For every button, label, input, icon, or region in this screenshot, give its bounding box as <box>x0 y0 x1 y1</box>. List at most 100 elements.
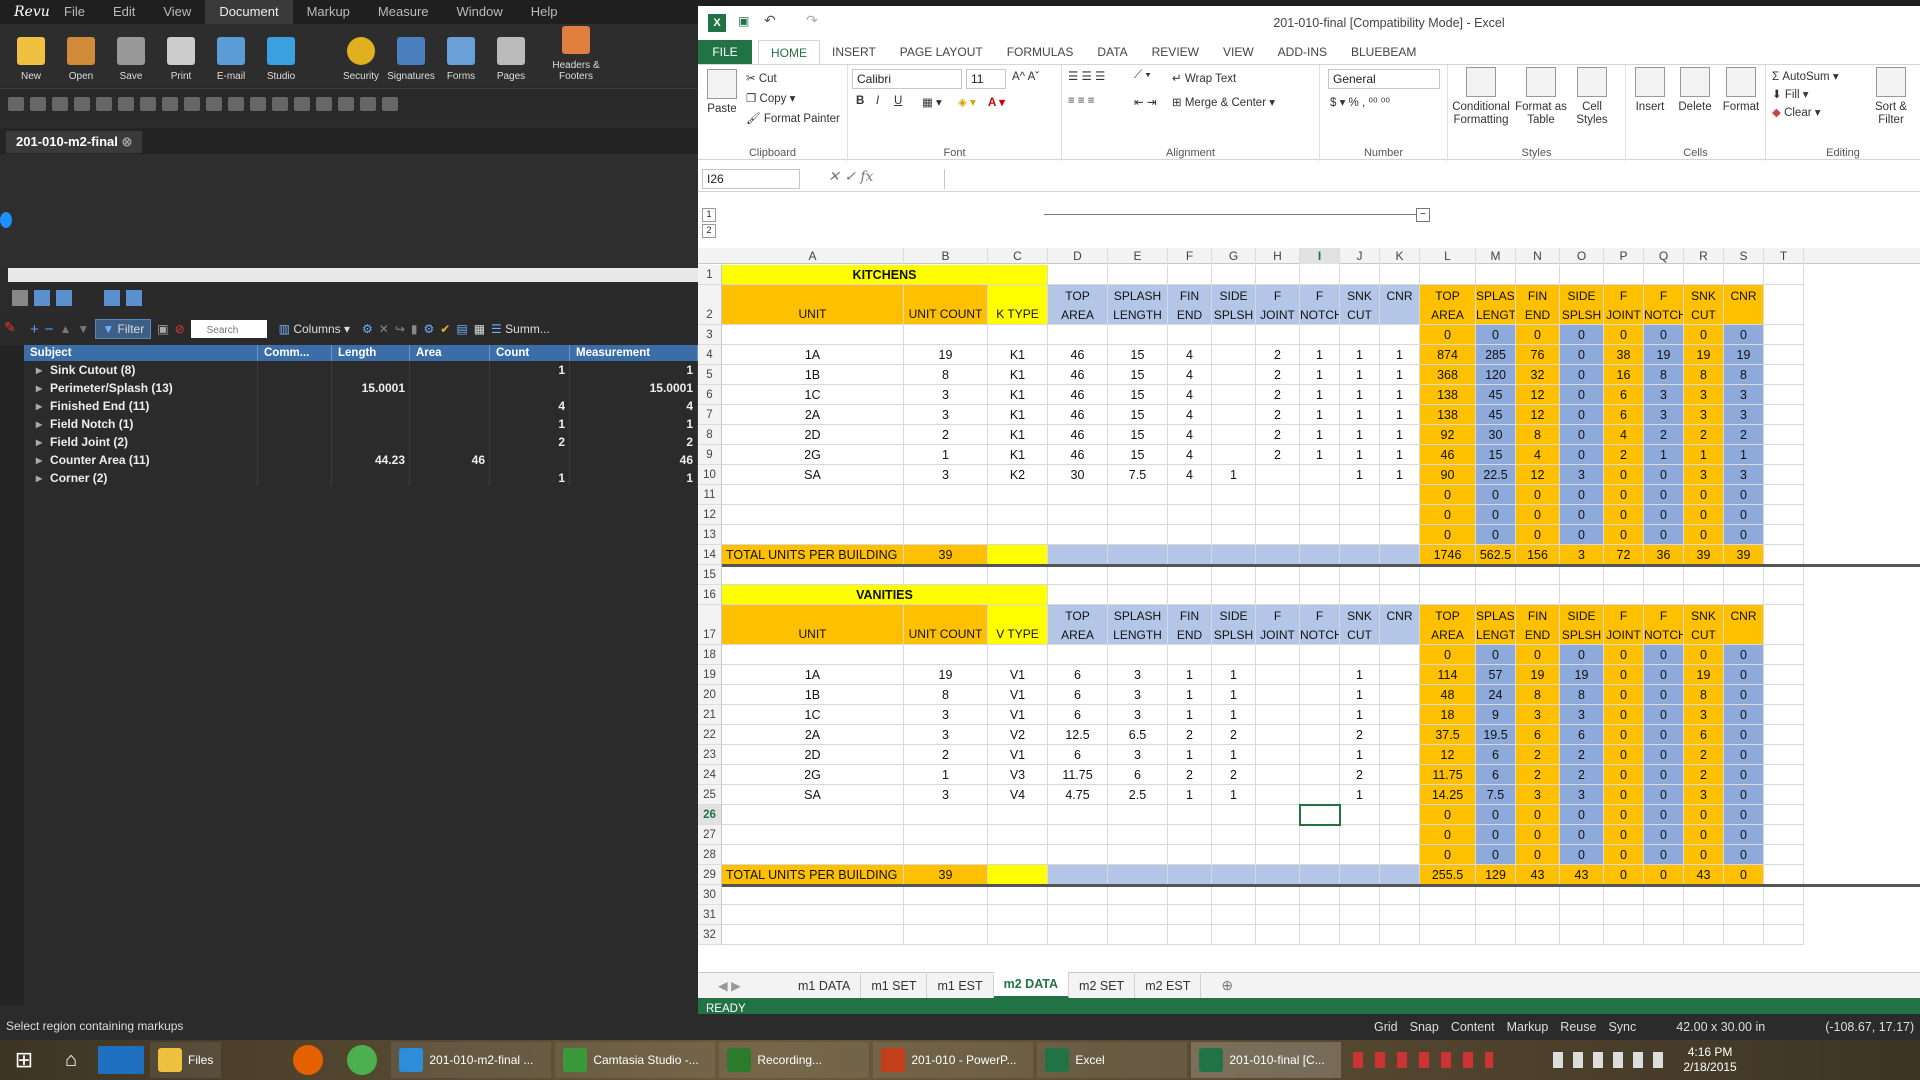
vanities-cell[interactable]: 1 <box>1168 785 1212 805</box>
row-header[interactable]: 16 <box>698 585 722 605</box>
vanities-cell[interactable]: 1 <box>1168 665 1212 685</box>
vanities-cell[interactable] <box>1256 705 1300 725</box>
vanities-cell[interactable]: 2 <box>1340 725 1380 745</box>
kitchens-total-cell[interactable]: 3 <box>1560 545 1604 565</box>
kitchens-header-cell[interactable]: FIN END <box>1168 285 1212 325</box>
empty-cell[interactable] <box>1604 265 1644 285</box>
vanities-total-cell[interactable] <box>1300 865 1340 885</box>
kitchens-cell[interactable] <box>1212 385 1256 405</box>
kitchens-cell[interactable]: 0 <box>1560 345 1604 365</box>
kitchens-cell[interactable] <box>1212 405 1256 425</box>
kitchens-cell[interactable]: 0 <box>1604 465 1644 485</box>
row-header[interactable]: 22 <box>698 725 722 745</box>
vanities-cell[interactable]: 0 <box>1560 805 1604 825</box>
kitchens-cell[interactable]: 1 <box>1380 405 1420 425</box>
empty-cell[interactable] <box>1764 445 1804 465</box>
column-header-N[interactable]: N <box>1516 248 1560 264</box>
vanities-cell[interactable]: 6 <box>1048 665 1108 685</box>
email-button[interactable]: E-mail <box>206 24 256 86</box>
vanities-cell[interactable]: 2 <box>1516 745 1560 765</box>
vanities-cell[interactable]: 6 <box>1048 705 1108 725</box>
row-header[interactable]: 25 <box>698 785 722 805</box>
vanities-cell[interactable]: 0 <box>1604 765 1644 785</box>
kitchens-cell[interactable]: 1 <box>1300 425 1340 445</box>
kitchens-cell[interactable]: 4 <box>1168 345 1212 365</box>
kitchens-cell[interactable] <box>1300 325 1340 345</box>
tab-review[interactable]: REVIEW <box>1140 40 1211 64</box>
vanities-cell[interactable]: 2 <box>1516 765 1560 785</box>
empty-cell[interactable] <box>1168 885 1212 905</box>
empty-cell[interactable] <box>1108 585 1168 605</box>
vanities-cell[interactable] <box>1340 805 1380 825</box>
align-top-icon[interactable]: ☰ ☰ ☰ <box>1068 69 1105 83</box>
col-length[interactable]: Length <box>332 345 410 361</box>
empty-cell[interactable] <box>722 905 904 925</box>
vanities-cell[interactable]: 0 <box>1476 825 1516 845</box>
function-icon[interactable]: fx <box>860 169 873 185</box>
row-header[interactable]: 9 <box>698 445 722 465</box>
vanities-cell[interactable] <box>1300 705 1340 725</box>
vanities-cell[interactable]: 2 <box>1560 765 1604 785</box>
empty-cell[interactable] <box>1380 905 1420 925</box>
bold-icon[interactable]: B <box>856 95 864 107</box>
kitchens-cell[interactable]: 1 <box>1644 445 1684 465</box>
kitchens-cell[interactable]: 0 <box>1684 485 1724 505</box>
vanities-cell[interactable]: 3 <box>1684 785 1724 805</box>
vanities-cell[interactable]: 3 <box>1108 705 1168 725</box>
start-button[interactable]: ⊞ <box>0 1040 48 1080</box>
kitchens-cell[interactable]: 1 <box>1300 345 1340 365</box>
vanities-cell[interactable]: 6 <box>1516 725 1560 745</box>
vanities-cell[interactable] <box>1168 805 1212 825</box>
kitchens-cell[interactable]: 0 <box>1684 325 1724 345</box>
empty-cell[interactable] <box>1764 365 1804 385</box>
kitchens-cell[interactable] <box>1340 505 1380 525</box>
kitchens-cell[interactable] <box>1212 505 1256 525</box>
vanities-cell[interactable]: 1 <box>1212 705 1256 725</box>
empty-cell[interactable] <box>1300 885 1340 905</box>
taskbar-item-excel[interactable]: Excel <box>1037 1042 1188 1078</box>
vanities-cell[interactable]: 2 <box>1684 745 1724 765</box>
kitchens-cell[interactable]: 12 <box>1516 385 1560 405</box>
kitchens-cell[interactable]: 368 <box>1420 365 1476 385</box>
kitchens-cell[interactable]: 1 <box>1380 365 1420 385</box>
kitchens-cell[interactable]: 1 <box>1380 445 1420 465</box>
kitchens-cell[interactable]: 8 <box>1644 365 1684 385</box>
vanities-cell[interactable] <box>1212 805 1256 825</box>
vanities-cell[interactable]: 0 <box>1644 745 1684 765</box>
empty-cell[interactable] <box>1212 565 1256 585</box>
vanities-cell[interactable]: 0 <box>1644 725 1684 745</box>
empty-cell[interactable] <box>1684 565 1724 585</box>
vanities-cell[interactable]: 0 <box>1516 825 1560 845</box>
empty-cell[interactable] <box>1476 925 1516 945</box>
kitchens-total-cell[interactable] <box>1380 545 1420 565</box>
kitchens-cell[interactable]: 15 <box>1476 445 1516 465</box>
vanities-cell[interactable]: 3 <box>1516 785 1560 805</box>
vanities-cell[interactable]: V1 <box>988 705 1048 725</box>
layers-icon[interactable] <box>250 96 266 111</box>
empty-cell[interactable] <box>1168 565 1212 585</box>
erase-icon[interactable] <box>118 96 134 111</box>
kitchens-cell[interactable]: 12 <box>1516 405 1560 425</box>
vanities-header-cell[interactable]: CNR <box>1724 605 1764 645</box>
vanities-total-cell[interactable]: 43 <box>1684 865 1724 885</box>
format-as-table-button[interactable]: Format as Table <box>1514 67 1568 127</box>
vanities-cell[interactable]: V2 <box>988 725 1048 745</box>
clear-button[interactable]: ◆ Clear ▾ <box>1772 105 1821 119</box>
vanities-cell[interactable]: 6 <box>1476 745 1516 765</box>
vanities-cell[interactable]: 2 <box>1684 765 1724 785</box>
empty-cell[interactable] <box>1764 905 1804 925</box>
kitchens-cell[interactable]: 92 <box>1420 425 1476 445</box>
kitchens-total-cell[interactable] <box>1340 545 1380 565</box>
vanities-header-cell[interactable]: SNK CUT <box>1684 605 1724 645</box>
column-header-H[interactable]: H <box>1256 248 1300 264</box>
vanities-cell[interactable]: 2 <box>1212 725 1256 745</box>
markup-row[interactable]: ▸ Counter Area (11) 44.23 46 46 <box>24 451 698 469</box>
vanities-cell[interactable] <box>1300 845 1340 865</box>
formula-input[interactable] <box>944 169 1914 189</box>
empty-cell[interactable] <box>1340 905 1380 925</box>
empty-cell[interactable] <box>1516 265 1560 285</box>
tab-view[interactable]: VIEW <box>1211 40 1266 64</box>
vanities-total-cell[interactable] <box>1168 865 1212 885</box>
kitchens-cell[interactable] <box>1168 325 1212 345</box>
kitchens-cell[interactable]: 1C <box>722 385 904 405</box>
